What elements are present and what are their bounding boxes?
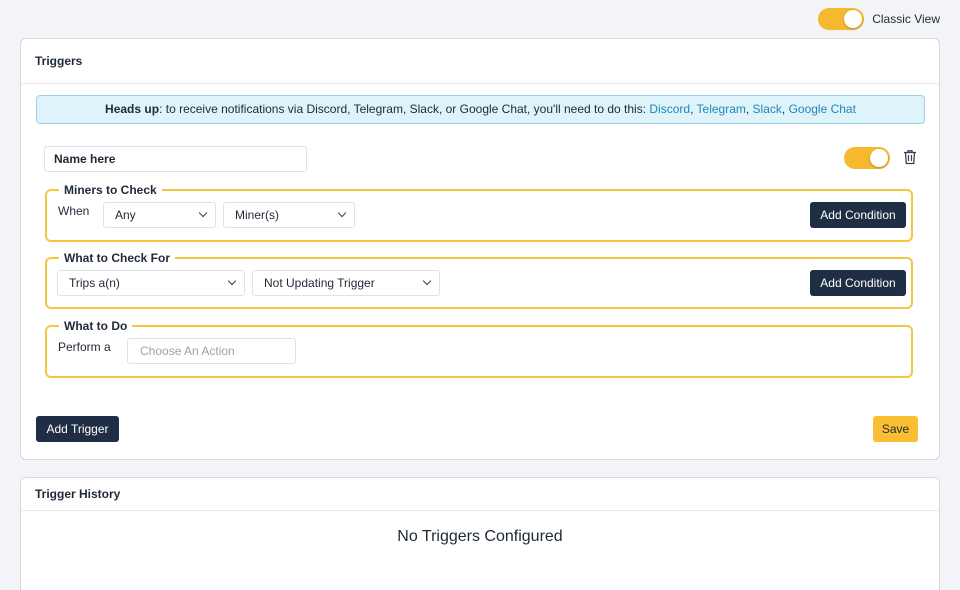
discord-link[interactable]: Discord (649, 102, 690, 116)
chevron-down-icon (198, 208, 208, 218)
slack-link[interactable]: Slack (753, 102, 782, 116)
what-to-check-group: What to Check For Trips a(n) Not Updatin… (45, 250, 913, 309)
empty-state-message: No Triggers Configured (397, 528, 563, 545)
miners-to-check-group: Miners to Check When Any Miner(s) Add Co… (45, 182, 913, 242)
save-button[interactable]: Save (873, 416, 918, 442)
when-label: When (58, 204, 90, 218)
add-condition-button[interactable]: Add Condition (810, 270, 906, 296)
trigger-history-card: Trigger History No Triggers Configured (20, 477, 940, 590)
trigger-history-title: Trigger History (21, 478, 939, 511)
what-to-do-legend: What to Do (59, 318, 133, 334)
triggers-card: Triggers Heads up: to receive notificati… (20, 38, 940, 460)
notification-alert: Heads up: to receive notifications via D… (36, 95, 925, 124)
what-to-do-group: What to Do Perform a Choose An Action (45, 318, 913, 378)
miners-to-check-legend: Miners to Check (59, 182, 162, 198)
any-select[interactable]: Any (103, 202, 216, 228)
trash-icon[interactable] (903, 149, 917, 165)
chevron-down-icon (422, 276, 432, 286)
triggers-card-title: Triggers (21, 39, 939, 84)
chevron-down-icon (337, 208, 347, 218)
toggle-knob (844, 10, 863, 28)
miners-select[interactable]: Miner(s) (223, 202, 355, 228)
alert-text: : to receive notifications via Discord, … (159, 102, 650, 116)
chevron-down-icon (227, 276, 237, 286)
what-to-check-legend: What to Check For (59, 250, 176, 266)
add-trigger-button[interactable]: Add Trigger (36, 416, 119, 442)
classic-view-control: Classic View (818, 8, 940, 30)
action-select[interactable]: Choose An Action (127, 338, 296, 364)
trigger-type-select[interactable]: Not Updating Trigger (252, 270, 440, 296)
perform-label: Perform a (58, 340, 111, 354)
alert-lead: Heads up (105, 102, 160, 116)
classic-view-label: Classic View (872, 12, 940, 26)
trips-select[interactable]: Trips a(n) (57, 270, 245, 296)
toggle-knob (870, 149, 888, 167)
trigger-name-input[interactable]: Name here (44, 146, 307, 172)
telegram-link[interactable]: Telegram (697, 102, 746, 116)
google-chat-link[interactable]: Google Chat (789, 102, 856, 116)
trigger-enabled-toggle[interactable] (844, 147, 890, 169)
add-condition-button[interactable]: Add Condition (810, 202, 906, 228)
classic-view-toggle[interactable] (818, 8, 865, 30)
